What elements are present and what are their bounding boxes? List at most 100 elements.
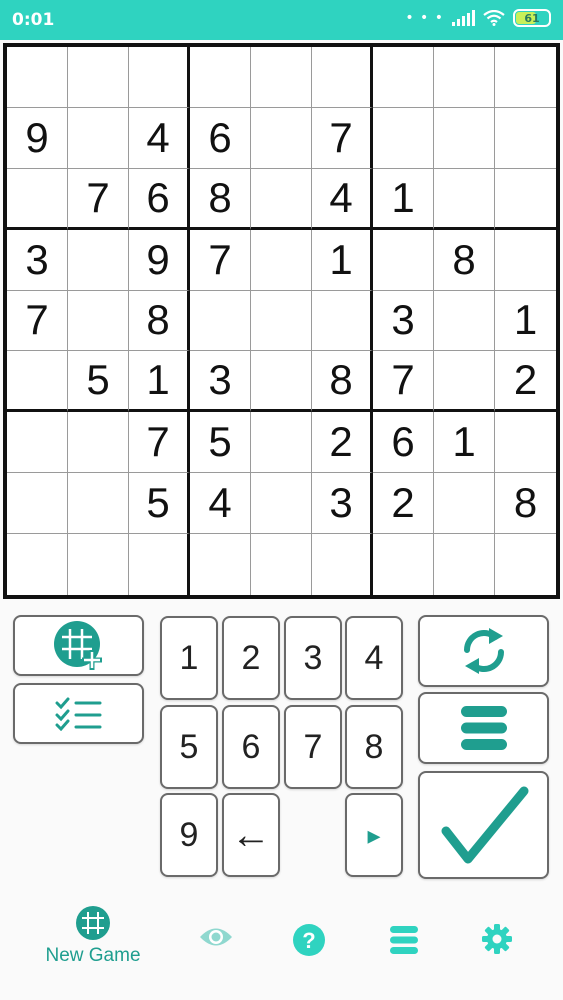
- sudoku-cell[interactable]: [373, 534, 434, 595]
- sudoku-cell[interactable]: 8: [190, 168, 251, 230]
- digit-6-button[interactable]: 6: [222, 705, 280, 789]
- sudoku-cell[interactable]: 5: [68, 351, 129, 413]
- sudoku-cell[interactable]: [7, 412, 68, 474]
- sudoku-cell[interactable]: [373, 107, 434, 169]
- sudoku-cell[interactable]: 8: [495, 473, 556, 535]
- sudoku-cell[interactable]: 6: [190, 107, 251, 169]
- checklist-button[interactable]: [13, 683, 144, 744]
- digit-7-button[interactable]: 7: [284, 705, 342, 789]
- digit-8-button[interactable]: 8: [345, 705, 403, 789]
- sudoku-cell[interactable]: 1: [312, 229, 373, 291]
- nav-menu[interactable]: [388, 924, 420, 956]
- sudoku-cell[interactable]: [434, 351, 495, 413]
- sudoku-cell[interactable]: 6: [129, 168, 190, 230]
- sudoku-cell[interactable]: [434, 473, 495, 535]
- sudoku-cell[interactable]: [129, 47, 190, 108]
- sudoku-cell[interactable]: 2: [373, 473, 434, 535]
- sudoku-cell[interactable]: [251, 168, 312, 230]
- sudoku-cell[interactable]: 7: [190, 229, 251, 291]
- sudoku-cell[interactable]: 3: [7, 229, 68, 291]
- sudoku-cell[interactable]: [251, 290, 312, 352]
- sudoku-cell[interactable]: 1: [495, 291, 556, 352]
- sudoku-cell[interactable]: [495, 412, 556, 474]
- sudoku-cell[interactable]: [251, 229, 312, 291]
- sudoku-cell[interactable]: [434, 534, 495, 595]
- sudoku-cell[interactable]: [373, 47, 434, 108]
- sudoku-cell[interactable]: [434, 168, 495, 230]
- sudoku-cell[interactable]: 4: [129, 107, 190, 169]
- sudoku-cell[interactable]: 7: [373, 351, 434, 413]
- sudoku-cell[interactable]: 6: [373, 412, 434, 474]
- digit-4-button[interactable]: 4: [345, 616, 403, 700]
- sudoku-cell[interactable]: 7: [68, 168, 129, 230]
- sudoku-cell[interactable]: 1: [434, 412, 495, 474]
- sudoku-cell[interactable]: 3: [373, 290, 434, 352]
- sudoku-cell[interactable]: [251, 534, 312, 595]
- sudoku-cell[interactable]: [312, 290, 373, 352]
- sudoku-cell[interactable]: [190, 534, 251, 595]
- nav-settings[interactable]: [481, 923, 513, 955]
- sudoku-cell[interactable]: [190, 47, 251, 108]
- sudoku-cell[interactable]: [434, 107, 495, 169]
- refresh-button[interactable]: [418, 615, 549, 687]
- sudoku-cell[interactable]: [495, 47, 556, 108]
- sudoku-cell[interactable]: [7, 534, 68, 595]
- sudoku-cell[interactable]: 8: [312, 351, 373, 413]
- digit-5-button[interactable]: 5: [160, 705, 218, 789]
- sudoku-cell[interactable]: 2: [312, 412, 373, 474]
- sudoku-cell[interactable]: [7, 168, 68, 230]
- sudoku-cell[interactable]: [373, 229, 434, 291]
- sudoku-cell[interactable]: [68, 107, 129, 169]
- sudoku-cell[interactable]: [312, 47, 373, 108]
- sudoku-cell[interactable]: [251, 473, 312, 535]
- sudoku-cell[interactable]: 3: [190, 351, 251, 413]
- sudoku-cell[interactable]: 3: [312, 473, 373, 535]
- sudoku-cell[interactable]: [7, 351, 68, 413]
- sudoku-cell[interactable]: 4: [312, 168, 373, 230]
- sudoku-cell[interactable]: 1: [373, 168, 434, 230]
- sudoku-cell[interactable]: [434, 47, 495, 108]
- digit-2-button[interactable]: 2: [222, 616, 280, 700]
- sudoku-cell[interactable]: 9: [129, 229, 190, 291]
- sudoku-cell[interactable]: 4: [190, 473, 251, 535]
- check-button[interactable]: [418, 771, 549, 879]
- sudoku-cell[interactable]: [312, 534, 373, 595]
- digit-1-button[interactable]: 1: [160, 616, 218, 700]
- sudoku-cell[interactable]: [495, 108, 556, 169]
- sudoku-cell[interactable]: 2: [495, 351, 556, 413]
- sudoku-cell[interactable]: 8: [129, 290, 190, 352]
- sudoku-cell[interactable]: 9: [7, 107, 68, 169]
- sudoku-cell[interactable]: [434, 290, 495, 352]
- sudoku-cell[interactable]: [68, 229, 129, 291]
- sudoku-cell[interactable]: [68, 290, 129, 352]
- digit-3-button[interactable]: 3: [284, 616, 342, 700]
- next-button[interactable]: ▸: [345, 793, 403, 877]
- sudoku-cell[interactable]: 1: [129, 351, 190, 413]
- sudoku-cell[interactable]: [68, 534, 129, 595]
- sudoku-cell[interactable]: [251, 107, 312, 169]
- digit-9-button[interactable]: 9: [160, 793, 218, 877]
- new-grid-button[interactable]: [13, 615, 144, 676]
- nav-help[interactable]: ?: [292, 923, 326, 957]
- menu-button[interactable]: [418, 692, 549, 764]
- sudoku-cell[interactable]: [251, 412, 312, 474]
- sudoku-cell[interactable]: [68, 47, 129, 108]
- backspace-button[interactable]: ←: [222, 793, 280, 877]
- sudoku-cell[interactable]: [495, 230, 556, 291]
- sudoku-cell[interactable]: [68, 412, 129, 474]
- sudoku-cell[interactable]: 8: [434, 229, 495, 291]
- sudoku-cell[interactable]: 7: [7, 290, 68, 352]
- sudoku-cell[interactable]: [251, 351, 312, 413]
- sudoku-cell[interactable]: [7, 47, 68, 108]
- sudoku-cell[interactable]: [251, 47, 312, 108]
- sudoku-cell[interactable]: [129, 534, 190, 595]
- sudoku-cell[interactable]: [190, 290, 251, 352]
- sudoku-cell[interactable]: 5: [190, 412, 251, 474]
- sudoku-cell[interactable]: 7: [312, 107, 373, 169]
- sudoku-cell[interactable]: [495, 169, 556, 230]
- sudoku-cell[interactable]: [7, 473, 68, 535]
- sudoku-cell[interactable]: 7: [129, 412, 190, 474]
- sudoku-cell[interactable]: 5: [129, 473, 190, 535]
- nav-reveal[interactable]: [198, 924, 234, 950]
- sudoku-cell[interactable]: [68, 473, 129, 535]
